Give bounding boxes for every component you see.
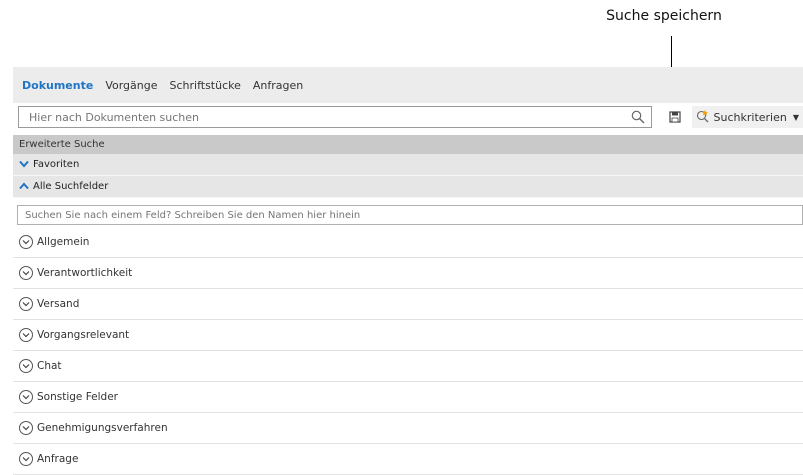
chevron-up-icon	[19, 180, 29, 193]
favorites-group[interactable]: Favoriten	[13, 154, 803, 176]
field-group-vorgangsrelevant[interactable]: Vorgangsrelevant	[13, 320, 803, 351]
magnifier-icon[interactable]	[631, 110, 645, 124]
caret-down-icon: ▼	[792, 112, 799, 122]
document-search-input[interactable]	[27, 109, 621, 125]
field-group-chat[interactable]: Chat	[13, 351, 803, 382]
chevron-down-icon	[19, 158, 29, 171]
document-search-panel: Dokumente Vorgänge Schriftstücke Anfrage…	[13, 67, 803, 475]
all-fields-label: Alle Suchfelder	[33, 181, 109, 192]
field-group-allgemein[interactable]: Allgemein	[13, 227, 803, 258]
search-criteria-label: Suchkriterien	[713, 110, 787, 124]
field-group-label: Anfrage	[37, 453, 79, 465]
field-group-label: Chat	[37, 360, 62, 372]
field-group-anfrage[interactable]: Anfrage	[13, 444, 803, 475]
tab-schriftstuecke[interactable]: Schriftstücke	[170, 79, 241, 92]
field-group-verantwortlichkeit[interactable]: Verantwortlichkeit	[13, 258, 803, 289]
tab-dokumente[interactable]: Dokumente	[22, 79, 93, 92]
field-group-label: Sonstige Felder	[37, 391, 118, 403]
floppy-disk-icon	[668, 108, 681, 127]
expand-circle-icon	[19, 235, 33, 249]
field-group-sonstige-felder[interactable]: Sonstige Felder	[13, 382, 803, 413]
field-group-list: Allgemein Verantwortlichkeit Versand Vor…	[13, 227, 803, 475]
tab-bar: Dokumente Vorgänge Schriftstücke Anfrage…	[13, 67, 803, 103]
expand-circle-icon	[19, 328, 33, 342]
expand-circle-icon	[19, 452, 33, 466]
document-search-field	[18, 106, 652, 128]
field-group-label: Verantwortlichkeit	[37, 267, 133, 279]
field-group-genehmigungsverfahren[interactable]: Genehmigungsverfahren	[13, 413, 803, 444]
favorites-label: Favoriten	[33, 159, 80, 170]
search-criteria-button[interactable]: Suchkriterien ▼	[691, 106, 803, 128]
search-plus-icon	[696, 109, 710, 126]
tab-vorgaenge[interactable]: Vorgänge	[105, 79, 157, 92]
expand-circle-icon	[19, 297, 33, 311]
save-search-button[interactable]	[664, 106, 686, 128]
field-search-box	[17, 205, 803, 225]
expand-circle-icon	[19, 421, 33, 435]
expand-circle-icon	[19, 266, 33, 280]
field-group-versand[interactable]: Versand	[13, 289, 803, 320]
field-group-label: Allgemein	[37, 236, 90, 248]
expand-circle-icon	[19, 390, 33, 404]
advanced-search-header: Erweiterte Suche	[13, 135, 803, 154]
field-group-label: Genehmigungsverfahren	[37, 422, 168, 434]
all-fields-group[interactable]: Alle Suchfelder	[13, 176, 803, 198]
save-search-callout-label: Suche speichern	[606, 8, 722, 24]
tab-anfragen[interactable]: Anfragen	[253, 79, 303, 92]
field-group-label: Versand	[37, 298, 80, 310]
search-row: Suchkriterien ▼	[13, 103, 803, 131]
expand-circle-icon	[19, 359, 33, 373]
field-group-label: Vorgangsrelevant	[37, 329, 130, 341]
field-search-input[interactable]	[23, 208, 797, 222]
